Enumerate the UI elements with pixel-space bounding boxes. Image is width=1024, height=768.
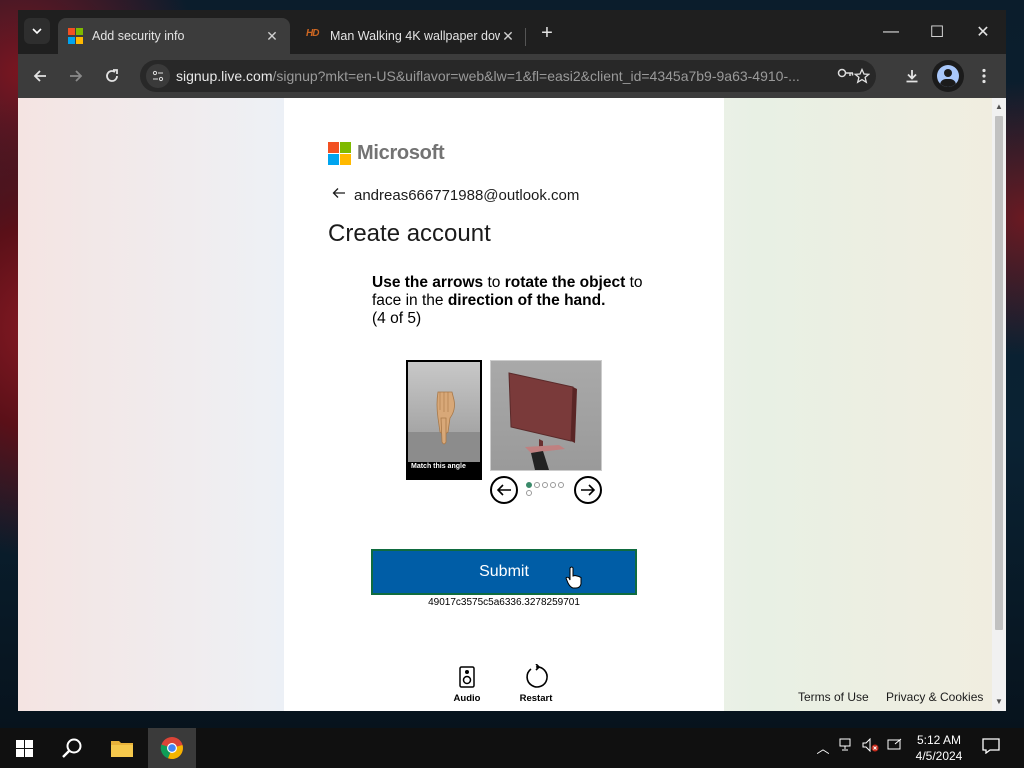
identity-banner[interactable]: andreas666771988@outlook.com bbox=[332, 186, 579, 204]
tab-add-security-info[interactable]: Add security info ✕ bbox=[58, 18, 290, 54]
forward-button[interactable] bbox=[62, 62, 90, 90]
bookmark-button[interactable] bbox=[848, 62, 876, 90]
clock-date: 4/5/2024 bbox=[915, 749, 963, 763]
reload-icon bbox=[106, 69, 118, 82]
tune-icon[interactable] bbox=[146, 64, 170, 88]
restart-icon bbox=[511, 663, 561, 691]
chevron-up-icon[interactable]: ︿ bbox=[812, 738, 834, 757]
wallpaper-site-favicon-icon: HD bbox=[306, 28, 319, 39]
audio-label: Audio bbox=[453, 693, 481, 704]
chrome-icon bbox=[160, 737, 183, 760]
submit-button[interactable]: Submit bbox=[371, 549, 637, 595]
close-tab-icon[interactable]: ✕ bbox=[500, 28, 516, 45]
more-vert-icon bbox=[982, 68, 986, 84]
progress-dot bbox=[526, 482, 532, 488]
chevron-down-icon bbox=[32, 28, 42, 35]
signup-card: Microsoft andreas666771988@outlook.com C… bbox=[284, 98, 724, 711]
speaker-icon bbox=[442, 663, 492, 691]
monitor-object-icon bbox=[508, 372, 577, 470]
restart-button[interactable]: Restart bbox=[511, 663, 561, 704]
tab-search-button[interactable] bbox=[24, 18, 50, 44]
clock-time: 5:12 AM bbox=[916, 733, 962, 747]
audio-button[interactable]: Audio bbox=[442, 663, 492, 704]
display-icon[interactable] bbox=[884, 738, 906, 755]
url-host: signup.live.com bbox=[176, 68, 273, 84]
page-scrollbar[interactable]: ▲ ▼ bbox=[992, 98, 1006, 711]
notifications-icon[interactable] bbox=[980, 738, 1002, 757]
progress-dot bbox=[534, 482, 540, 488]
close-tab-icon[interactable]: ✕ bbox=[264, 28, 280, 45]
instruction-bold-2: rotate the object bbox=[504, 274, 626, 291]
system-clock[interactable]: 5:12 AM 4/5/2024 bbox=[908, 732, 970, 764]
browser-toolbar: signup.live.com/signup?mkt=en-US&uiflavo… bbox=[18, 54, 1006, 98]
brand-name: Microsoft bbox=[357, 142, 445, 164]
arrow-right-icon bbox=[70, 70, 83, 82]
tab-title: Add security info bbox=[92, 29, 185, 43]
hand-icon bbox=[408, 391, 480, 462]
maximize-button[interactable]: ☐ bbox=[914, 18, 960, 46]
tab-strip: Add security info ✕ HD Man Walking 4K wa… bbox=[18, 10, 1006, 54]
instruction-text-1: to bbox=[483, 274, 505, 291]
progress-dots bbox=[526, 482, 564, 488]
progress-dot bbox=[550, 482, 556, 488]
arrow-left-icon[interactable] bbox=[332, 186, 346, 204]
scroll-down-icon[interactable]: ▼ bbox=[992, 695, 1006, 709]
challenge-progress: (4 of 5) bbox=[372, 310, 422, 327]
folder-icon bbox=[111, 741, 133, 757]
arrow-left-icon bbox=[496, 484, 511, 496]
network-icon[interactable] bbox=[836, 738, 858, 755]
downloads-button[interactable] bbox=[898, 62, 926, 90]
microsoft-logo-icon bbox=[328, 142, 351, 165]
close-window-button[interactable]: ✕ bbox=[960, 18, 1006, 46]
privacy-cookies-link[interactable]: Privacy & Cookies bbox=[886, 690, 983, 704]
chrome-taskbar-button[interactable] bbox=[148, 728, 196, 768]
taskbar: ︿ 5:12 AM 4/5/2024 bbox=[0, 728, 1024, 768]
search-button[interactable] bbox=[48, 728, 96, 768]
progress-dot bbox=[558, 482, 564, 488]
reference-hand-image: Match this angle bbox=[406, 360, 482, 480]
windows-logo-icon bbox=[15, 739, 33, 757]
search-icon bbox=[62, 738, 82, 758]
url-text: signup.live.com/signup?mkt=en-US&uiflavo… bbox=[176, 68, 816, 84]
back-button[interactable] bbox=[26, 62, 54, 90]
arrow-right-icon bbox=[581, 484, 596, 496]
restart-label: Restart bbox=[519, 693, 553, 704]
arrow-left-icon bbox=[33, 70, 46, 82]
page-title: Create account bbox=[328, 220, 491, 247]
new-tab-button[interactable]: + bbox=[536, 22, 558, 45]
rotate-left-button[interactable] bbox=[490, 476, 518, 504]
address-bar[interactable]: signup.live.com/signup?mkt=en-US&uiflavo… bbox=[140, 60, 876, 92]
avatar-icon bbox=[937, 65, 959, 87]
challenge-instructions: Use the arrows to rotate the object to f… bbox=[372, 274, 652, 328]
terms-of-use-link[interactable]: Terms of Use bbox=[798, 690, 869, 704]
instruction-bold-1: Use the arrows bbox=[372, 274, 484, 291]
volume-muted-icon[interactable] bbox=[860, 737, 882, 755]
page-viewport: Microsoft andreas666771988@outlook.com C… bbox=[18, 98, 1006, 711]
star-icon bbox=[854, 68, 870, 84]
browser-window: Add security info ✕ HD Man Walking 4K wa… bbox=[18, 10, 1006, 711]
profile-button[interactable] bbox=[932, 60, 964, 92]
microsoft-favicon-icon bbox=[68, 28, 84, 44]
tab-title: Man Walking 4K wallpaper dow bbox=[330, 29, 500, 43]
scroll-up-icon[interactable]: ▲ bbox=[992, 100, 1006, 114]
reload-button[interactable] bbox=[98, 62, 126, 90]
tab-man-walking-wallpaper[interactable]: HD Man Walking 4K wallpaper dow ✕ bbox=[296, 18, 526, 54]
file-explorer-button[interactable] bbox=[98, 728, 146, 768]
scrollbar-thumb[interactable] bbox=[995, 116, 1003, 630]
progress-dot bbox=[526, 490, 532, 496]
identity-email: andreas666771988@outlook.com bbox=[354, 186, 580, 204]
progress-dot bbox=[542, 482, 548, 488]
rotate-right-button[interactable] bbox=[574, 476, 602, 504]
minimize-button[interactable]: — bbox=[868, 18, 914, 46]
session-id: 49017c3575c5a6336.3278259701 bbox=[428, 597, 580, 608]
rotatable-object-image bbox=[490, 360, 602, 471]
instruction-bold-3: direction of the hand. bbox=[447, 292, 606, 309]
url-path: /signup?mkt=en-US&uiflavor=web&lw=1&fl=e… bbox=[272, 68, 800, 84]
start-button[interactable] bbox=[0, 728, 48, 768]
menu-button[interactable] bbox=[970, 62, 998, 90]
reference-caption: Match this angle bbox=[408, 462, 480, 478]
hand-cursor-icon bbox=[565, 566, 582, 589]
microsoft-logo: Microsoft bbox=[328, 142, 445, 165]
download-icon bbox=[906, 70, 918, 83]
